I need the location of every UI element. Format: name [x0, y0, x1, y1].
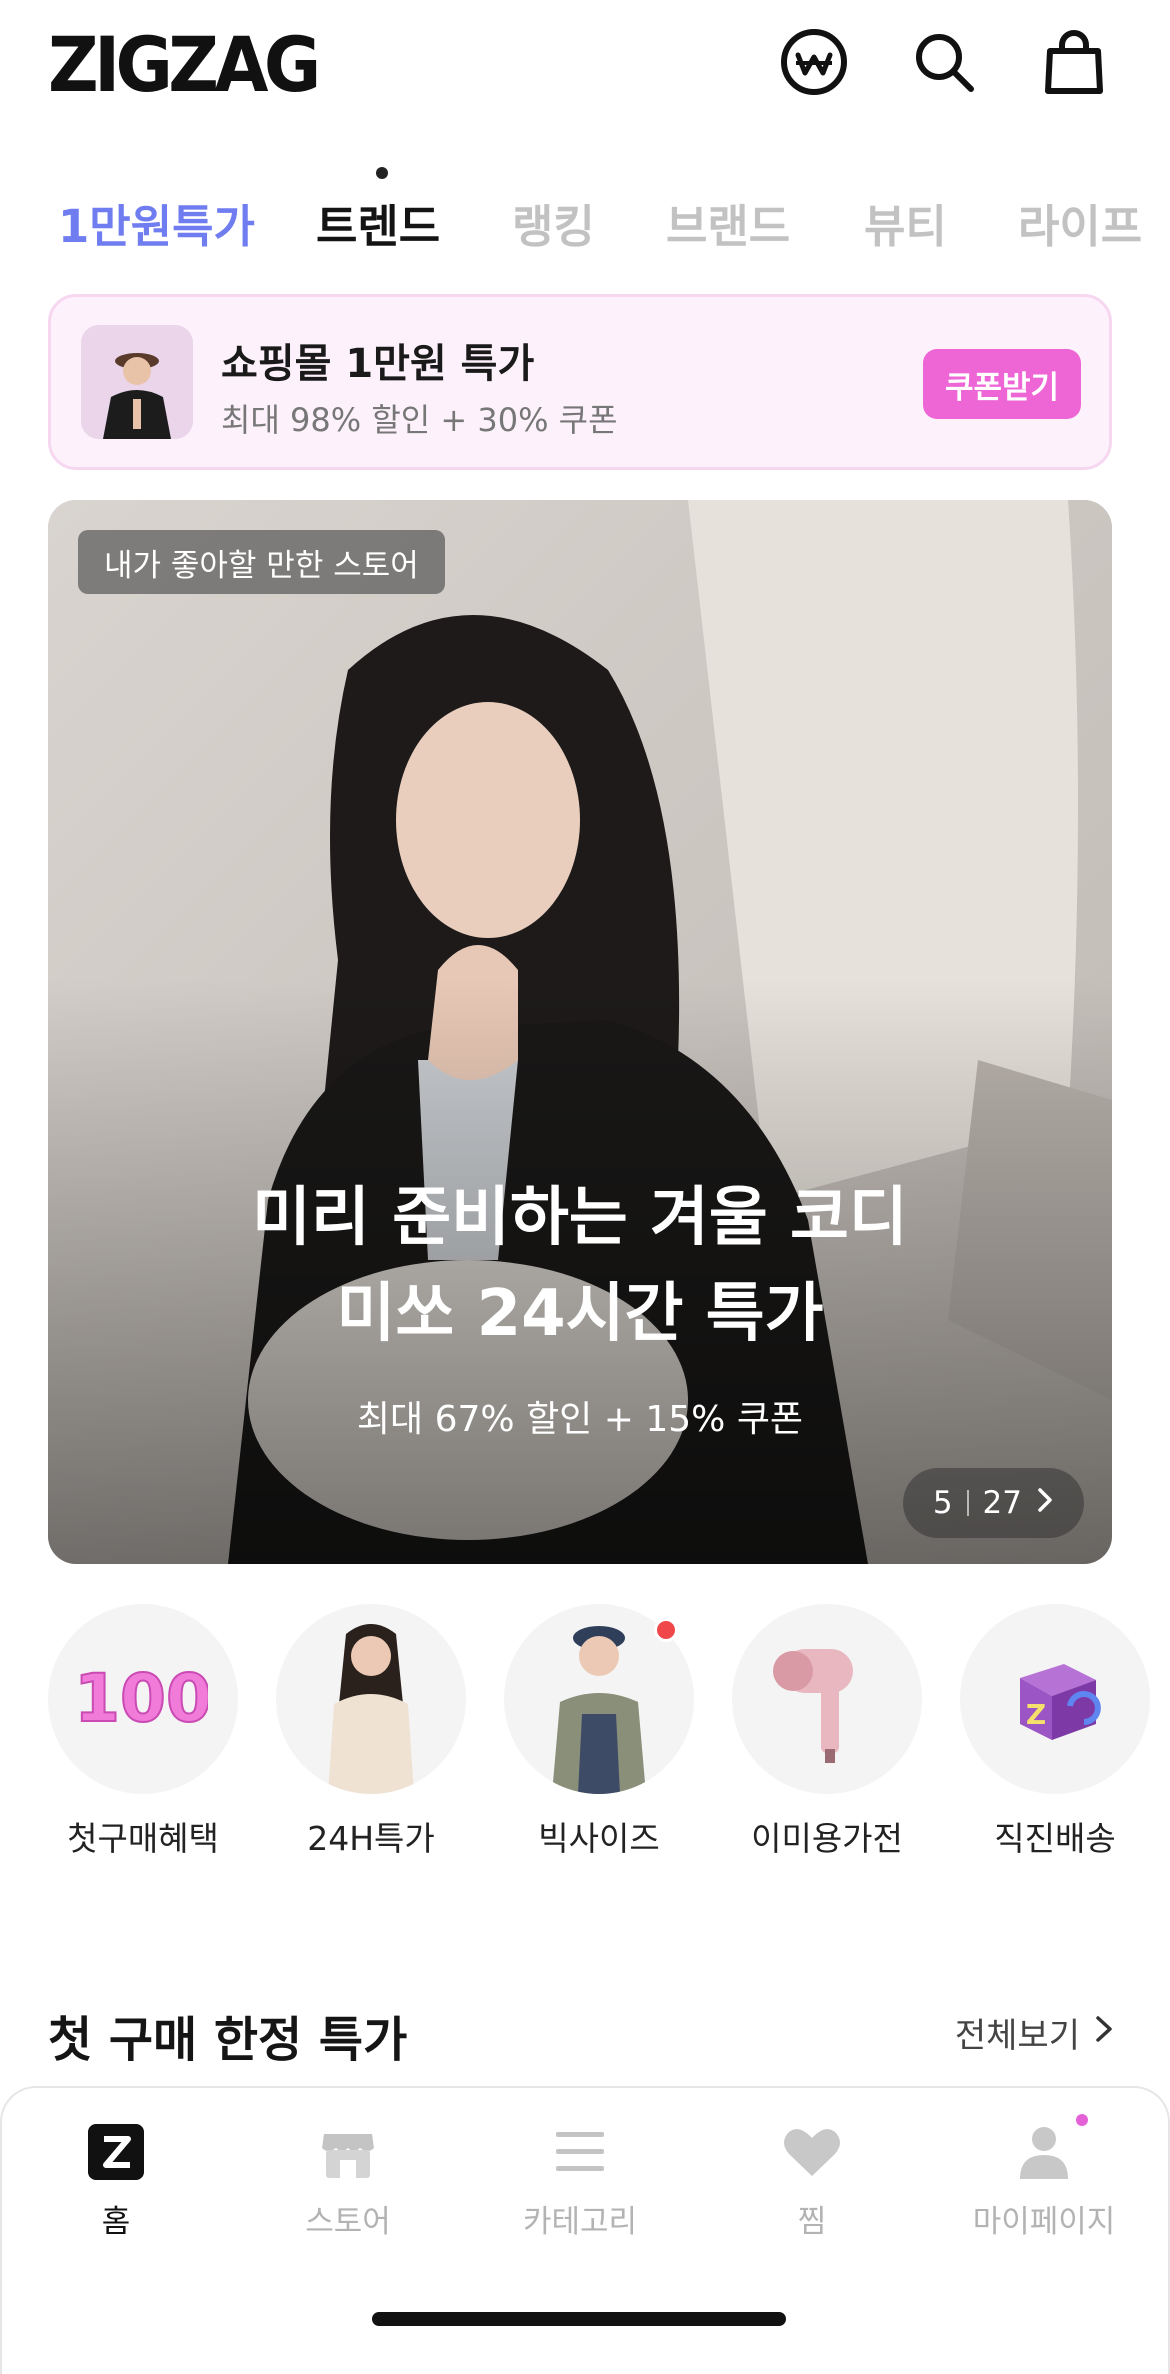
- top-tabs: 1만원특가 트렌드 랭킹 브랜드 뷰티 라이프: [0, 160, 1170, 260]
- hair-dryer-icon: [732, 1604, 922, 1794]
- nav-label: 스토어: [305, 2204, 391, 2240]
- category-label: 이미용가전: [751, 1819, 903, 1858]
- nav-wishlist[interactable]: 찜: [722, 2122, 902, 2241]
- menu-lines-icon: [550, 2122, 610, 2182]
- hero-title-line-1: 미리 준비하는 겨울 코디: [252, 1181, 908, 1255]
- get-coupon-button[interactable]: 쿠폰받기: [923, 349, 1081, 419]
- nav-my-page[interactable]: 마이페이지: [954, 2114, 1134, 2241]
- category-label: 24H특가: [307, 1819, 435, 1858]
- category-beauty-appliance[interactable]: 이미용가전: [732, 1604, 922, 1860]
- category-label: 직진배송: [994, 1819, 1116, 1858]
- won-coin-icon[interactable]: [778, 26, 850, 98]
- selected-tab-indicator: [376, 167, 388, 179]
- 100-badge-icon: 100: [48, 1604, 238, 1794]
- chevron-right-icon: [1094, 2013, 1114, 2053]
- new-badge-dot: [654, 1618, 678, 1642]
- category-label: 빅사이즈: [538, 1819, 660, 1858]
- hero-pager[interactable]: 5 27: [902, 1468, 1084, 1538]
- nav-store[interactable]: 스토어: [258, 2122, 438, 2241]
- coupon-subtitle: 최대 98% 할인 + 30% 쿠폰: [221, 401, 618, 439]
- category-24h-deal[interactable]: 24H특가: [276, 1604, 466, 1860]
- coupon-title: 쇼핑몰 1만원 특가: [221, 341, 535, 387]
- shopping-bag-icon[interactable]: [1038, 26, 1110, 98]
- pager-current: 5: [932, 1485, 953, 1521]
- tab-brand[interactable]: 브랜드: [666, 190, 790, 255]
- model-photo: [276, 1604, 466, 1794]
- z-box-icon: Z: [960, 1604, 1150, 1794]
- view-all-label: 전체보기: [954, 2016, 1080, 2056]
- nav-label: 홈: [101, 2204, 131, 2240]
- nav-category[interactable]: 카테고리: [490, 2122, 670, 2241]
- coupon-banner[interactable]: 쇼핑몰 1만원 특가 최대 98% 할인 + 30% 쿠폰 쿠폰받기: [48, 294, 1112, 470]
- person-icon: [1014, 2114, 1088, 2182]
- pager-total: 27: [982, 1485, 1022, 1521]
- category-big-size[interactable]: 빅사이즈: [504, 1604, 694, 1860]
- nav-home[interactable]: 홈: [26, 2122, 206, 2241]
- store-icon: [318, 2122, 378, 2182]
- home-indicator: [372, 2312, 786, 2326]
- hero-title: 미리 준비하는 겨울 코디 미쏘 24시간 특가: [48, 1170, 1112, 1362]
- category-label: 첫구매혜택: [67, 1819, 219, 1858]
- chevron-right-icon: [1036, 1485, 1054, 1521]
- bottom-navigation: 홈 스토어 카테고리 찜 마이페이지: [0, 2086, 1170, 2374]
- svg-text:Z: Z: [1026, 1698, 1046, 1731]
- app-header: ZIGZAG: [0, 0, 1170, 130]
- category-shortcuts: 100 첫구매혜택 24H특가 빅사이즈 이미용가전 Z 직진배송: [0, 1604, 1170, 1864]
- hero-tag: 내가 좋아할 만한 스토어: [78, 530, 445, 594]
- tab-life[interactable]: 라이프: [1018, 190, 1142, 255]
- tab-ranking[interactable]: 랭킹: [512, 190, 595, 255]
- nav-label: 찜: [797, 2204, 827, 2240]
- nav-label: 마이페이지: [972, 2204, 1116, 2240]
- hero-banner[interactable]: 내가 좋아할 만한 스토어 미리 준비하는 겨울 코디 미쏘 24시간 특가 최…: [48, 500, 1112, 1564]
- z-home-icon: [86, 2122, 146, 2182]
- section-title: 첫 구매 한정 특가: [48, 2012, 408, 2068]
- search-icon[interactable]: [908, 26, 980, 98]
- tab-10000-won-deal[interactable]: 1만원특가: [58, 190, 255, 255]
- nav-label: 카테고리: [522, 2204, 638, 2240]
- pager-divider: [966, 1490, 969, 1516]
- tab-beauty[interactable]: 뷰티: [864, 190, 947, 255]
- hero-subtitle: 최대 67% 할인 + 15% 쿠폰: [356, 1399, 804, 1440]
- svg-text:100: 100: [78, 1660, 208, 1737]
- category-direct-delivery[interactable]: Z 직진배송: [960, 1604, 1150, 1860]
- new-badge-dot: [1076, 2114, 1088, 2126]
- hero-title-line-2: 미쏘 24시간 특가: [336, 1277, 824, 1351]
- tab-trend[interactable]: 트렌드: [316, 190, 440, 255]
- category-first-purchase[interactable]: 100 첫구매혜택: [48, 1604, 238, 1860]
- heart-icon: [782, 2122, 842, 2182]
- view-all-link[interactable]: 전체보기: [955, 2008, 1114, 2057]
- zigzag-logo[interactable]: ZIGZAG: [48, 20, 321, 109]
- coupon-thumbnail: [81, 325, 193, 439]
